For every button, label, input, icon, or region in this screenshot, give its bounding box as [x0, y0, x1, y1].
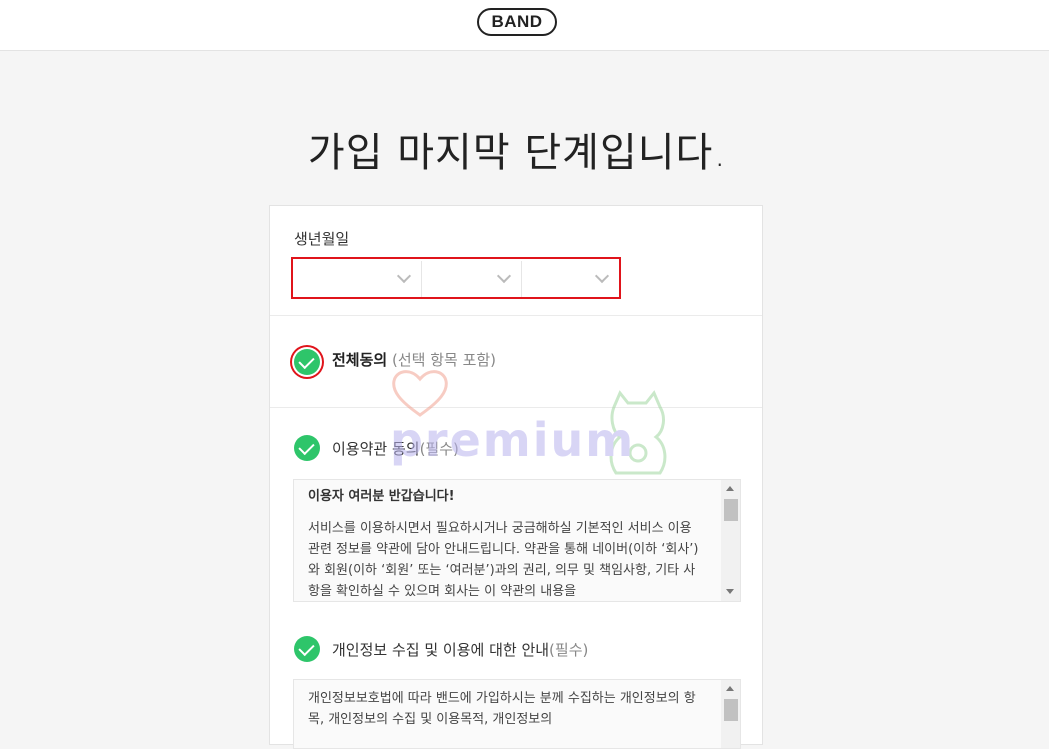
required-note: (필수) — [549, 641, 589, 659]
chevron-down-icon — [496, 268, 512, 284]
terms-of-use-label[interactable]: 이용약관 동의(필수) — [332, 438, 459, 459]
terms-of-use-text: 이용약관 동의 — [332, 440, 420, 458]
privacy-label[interactable]: 개인정보 수집 및 이용에 대한 안내(필수) — [332, 639, 588, 660]
privacy-content[interactable]: 개인정보보호법에 따라 밴드에 가입하시는 분께 수집하는 개인정보의 항목, … — [293, 679, 741, 749]
chevron-down-icon — [396, 268, 412, 284]
scroll-thumb[interactable] — [724, 699, 738, 721]
divider — [270, 407, 762, 408]
chevron-down-icon — [594, 268, 610, 284]
agree-all-text: 전체동의 — [332, 351, 388, 369]
privacy-body: 개인정보보호법에 따라 밴드에 가입하시는 분께 수집하는 개인정보의 항목, … — [308, 691, 696, 727]
scroll-down-arrow-icon[interactable] — [726, 589, 734, 594]
privacy-scrollbar[interactable] — [721, 680, 740, 748]
scroll-up-arrow-icon[interactable] — [726, 486, 734, 491]
scroll-thumb[interactable] — [724, 499, 738, 521]
birth-date-label: 생년월일 — [294, 230, 350, 248]
terms-of-use-content[interactable]: 이용자 여러분 반갑습니다! 서비스를 이용하시면서 필요하시거나 궁금해하실 … — [293, 479, 741, 602]
birth-month-select[interactable] — [429, 261, 522, 297]
scroll-up-arrow-icon[interactable] — [726, 686, 734, 691]
divider — [270, 315, 762, 316]
privacy-checkbox[interactable] — [294, 636, 320, 662]
terms-scrollbar[interactable] — [721, 480, 740, 601]
agree-all-label[interactable]: 전체동의 (선택 항목 포함) — [332, 349, 496, 370]
agree-all-note: (선택 항목 포함) — [391, 351, 497, 369]
terms-body: 서비스를 이용하시면서 필요하시거나 궁금해하실 기본적인 서비스 이용 관련 … — [308, 521, 699, 599]
band-logo[interactable]: BAND — [477, 8, 557, 36]
privacy-text: 개인정보 수집 및 이용에 대한 안내 — [332, 641, 550, 659]
birth-date-selects — [291, 257, 621, 299]
birth-day-select[interactable] — [531, 261, 619, 297]
page-title: 가입 마지막 단계입니다. — [307, 130, 728, 176]
birth-year-select[interactable] — [295, 261, 422, 297]
terms-heading: 이용자 여러분 반갑습니다! — [308, 489, 455, 504]
top-bar: BAND — [0, 0, 1049, 51]
terms-of-use-checkbox[interactable] — [294, 435, 320, 461]
agree-all-checkbox[interactable] — [294, 349, 320, 375]
required-note: (필수) — [419, 440, 459, 458]
signup-card: 생년월일 전체동의 (선택 항목 포함) 이용약관 동의(필수) 이용자 여러분… — [269, 205, 763, 749]
